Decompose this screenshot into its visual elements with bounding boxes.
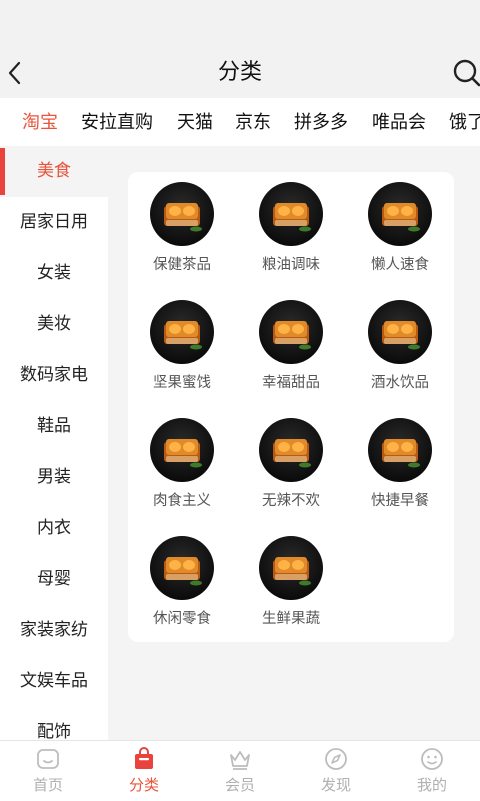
nav-mine[interactable]: 我的 xyxy=(384,741,480,801)
subcategory-thumbnail xyxy=(150,418,214,482)
subcategory-thumbnail xyxy=(150,182,214,246)
tab-tmall[interactable]: 天猫 xyxy=(177,98,213,146)
subcategory-item[interactable]: 生鲜果蔬 xyxy=(237,536,345,636)
subcategory-thumbnail xyxy=(259,536,323,600)
tab-vipshop[interactable]: 唯品会 xyxy=(372,98,426,146)
subcategory-item[interactable]: 懒人速食 xyxy=(346,182,454,282)
crown-icon xyxy=(230,751,250,770)
tab-pinduoduo[interactable]: 拼多多 xyxy=(294,98,348,146)
subcategory-item[interactable]: 粮油调味 xyxy=(237,182,345,282)
sidebar-item-accessories[interactable]: 配饰 xyxy=(0,707,108,740)
nav-label: 我的 xyxy=(416,776,447,794)
smiley-face-icon xyxy=(421,748,443,770)
nav-label: 会员 xyxy=(224,776,255,794)
sidebar-item-label: 鞋品 xyxy=(37,416,71,436)
tab-jd[interactable]: 京东 xyxy=(235,98,271,146)
shopping-bag-icon xyxy=(135,747,153,769)
sidebar-item-label: 男装 xyxy=(37,467,71,487)
subcategory-item[interactable]: 酒水饮品 xyxy=(346,300,454,400)
subcategory-label: 懒人速食 xyxy=(371,257,429,273)
sidebar-item-entertainment-auto[interactable]: 文娱车品 xyxy=(0,656,108,707)
active-indicator xyxy=(0,148,5,195)
sidebar-item-label: 美食 xyxy=(37,161,71,181)
nav-category[interactable]: 分类 xyxy=(96,741,192,801)
subcategory-label: 酒水饮品 xyxy=(371,375,429,391)
subcategory-item[interactable]: 快捷早餐 xyxy=(346,418,454,518)
sidebar-item-shoes[interactable]: 鞋品 xyxy=(0,401,108,452)
tab-taobao[interactable]: 淘宝 xyxy=(22,98,58,146)
subcategory-thumbnail xyxy=(150,536,214,600)
subcategory-thumbnail xyxy=(259,182,323,246)
subcategory-thumbnail xyxy=(368,182,432,246)
sidebar-item-label: 配饰 xyxy=(37,722,71,740)
subcategory-label: 幸福甜品 xyxy=(262,375,320,391)
sidebar-item-baby[interactable]: 母婴 xyxy=(0,554,108,605)
bottom-nav: 首页 分类 会员 发现 我的 xyxy=(0,740,480,801)
nav-home[interactable]: 首页 xyxy=(0,741,96,801)
sidebar-item-label: 母婴 xyxy=(37,569,71,589)
nav-membership[interactable]: 会员 xyxy=(192,741,288,801)
sidebar-item-label: 数码家电 xyxy=(20,365,88,385)
nav-label: 分类 xyxy=(128,776,159,794)
subcategory-thumbnail xyxy=(150,300,214,364)
subcategory-item[interactable]: 保健茶品 xyxy=(128,182,236,282)
platform-tabs: 淘宝 安拉直购 天猫 京东 拼多多 唯品会 饿了 xyxy=(0,98,480,146)
subcategory-thumbnail xyxy=(368,300,432,364)
sidebar-item-label: 内衣 xyxy=(37,518,71,538)
sidebar-item-label: 美妆 xyxy=(37,314,71,334)
subcategory-item[interactable]: 幸福甜品 xyxy=(237,300,345,400)
search-icon xyxy=(453,59,480,87)
subcategory-label: 无辣不欢 xyxy=(262,493,320,509)
category-sidebar: 美食 居家日用 女装 美妆 数码家电 鞋品 男装 内衣 母婴 家装家纺 文娱车品… xyxy=(0,146,108,740)
tab-anla-direct[interactable]: 安拉直购 xyxy=(81,98,153,146)
subcategory-item[interactable]: 无辣不欢 xyxy=(237,418,345,518)
subcategory-label: 休闲零食 xyxy=(153,611,211,627)
subcategory-thumbnail xyxy=(368,418,432,482)
sidebar-item-home-textiles[interactable]: 家装家纺 xyxy=(0,605,108,656)
subcategory-label: 保健茶品 xyxy=(153,257,211,273)
search-button[interactable] xyxy=(452,58,480,88)
nav-label: 首页 xyxy=(32,776,63,794)
sidebar-item-home-living[interactable]: 居家日用 xyxy=(0,197,108,248)
subcategory-item[interactable]: 休闲零食 xyxy=(128,536,236,636)
subcategory-label: 粮油调味 xyxy=(262,257,320,273)
sidebar-item-mens-wear[interactable]: 男装 xyxy=(0,452,108,503)
sidebar-item-beauty[interactable]: 美妆 xyxy=(0,299,108,350)
subcategory-item[interactable]: 肉食主义 xyxy=(128,418,236,518)
subcategory-label: 生鲜果蔬 xyxy=(262,611,320,627)
nav-label: 发现 xyxy=(320,776,351,794)
header: 分类 xyxy=(0,0,480,98)
sidebar-item-electronics[interactable]: 数码家电 xyxy=(0,350,108,401)
sidebar-item-food[interactable]: 美食 xyxy=(0,146,108,197)
subcategory-thumbnail xyxy=(259,300,323,364)
sidebar-item-label: 女装 xyxy=(37,263,71,283)
subcategory-label: 肉食主义 xyxy=(153,493,211,509)
page-title: 分类 xyxy=(217,60,262,85)
subcategory-item[interactable]: 坚果蜜饯 xyxy=(128,300,236,400)
sidebar-item-label: 文娱车品 xyxy=(20,671,88,691)
nav-discover[interactable]: 发现 xyxy=(288,741,384,801)
subcategory-label: 坚果蜜饯 xyxy=(153,375,211,391)
sidebar-item-label: 居家日用 xyxy=(20,212,88,232)
sidebar-item-underwear[interactable]: 内衣 xyxy=(0,503,108,554)
subcategory-grid: 保健茶品 粮油调味 懒人速食坚果蜜饯 幸福甜品 酒水饮品肉食主义 无辣不欢 快捷早餐休闲零食… xyxy=(128,172,454,642)
subcategory-thumbnail xyxy=(259,418,323,482)
compass-icon xyxy=(325,748,347,770)
sidebar-item-label: 家装家纺 xyxy=(20,620,88,640)
tab-eleme[interactable]: 饿了 xyxy=(449,98,480,146)
home-icon xyxy=(37,749,59,769)
subcategory-label: 快捷早餐 xyxy=(371,493,429,509)
sidebar-item-womens-wear[interactable]: 女装 xyxy=(0,248,108,299)
